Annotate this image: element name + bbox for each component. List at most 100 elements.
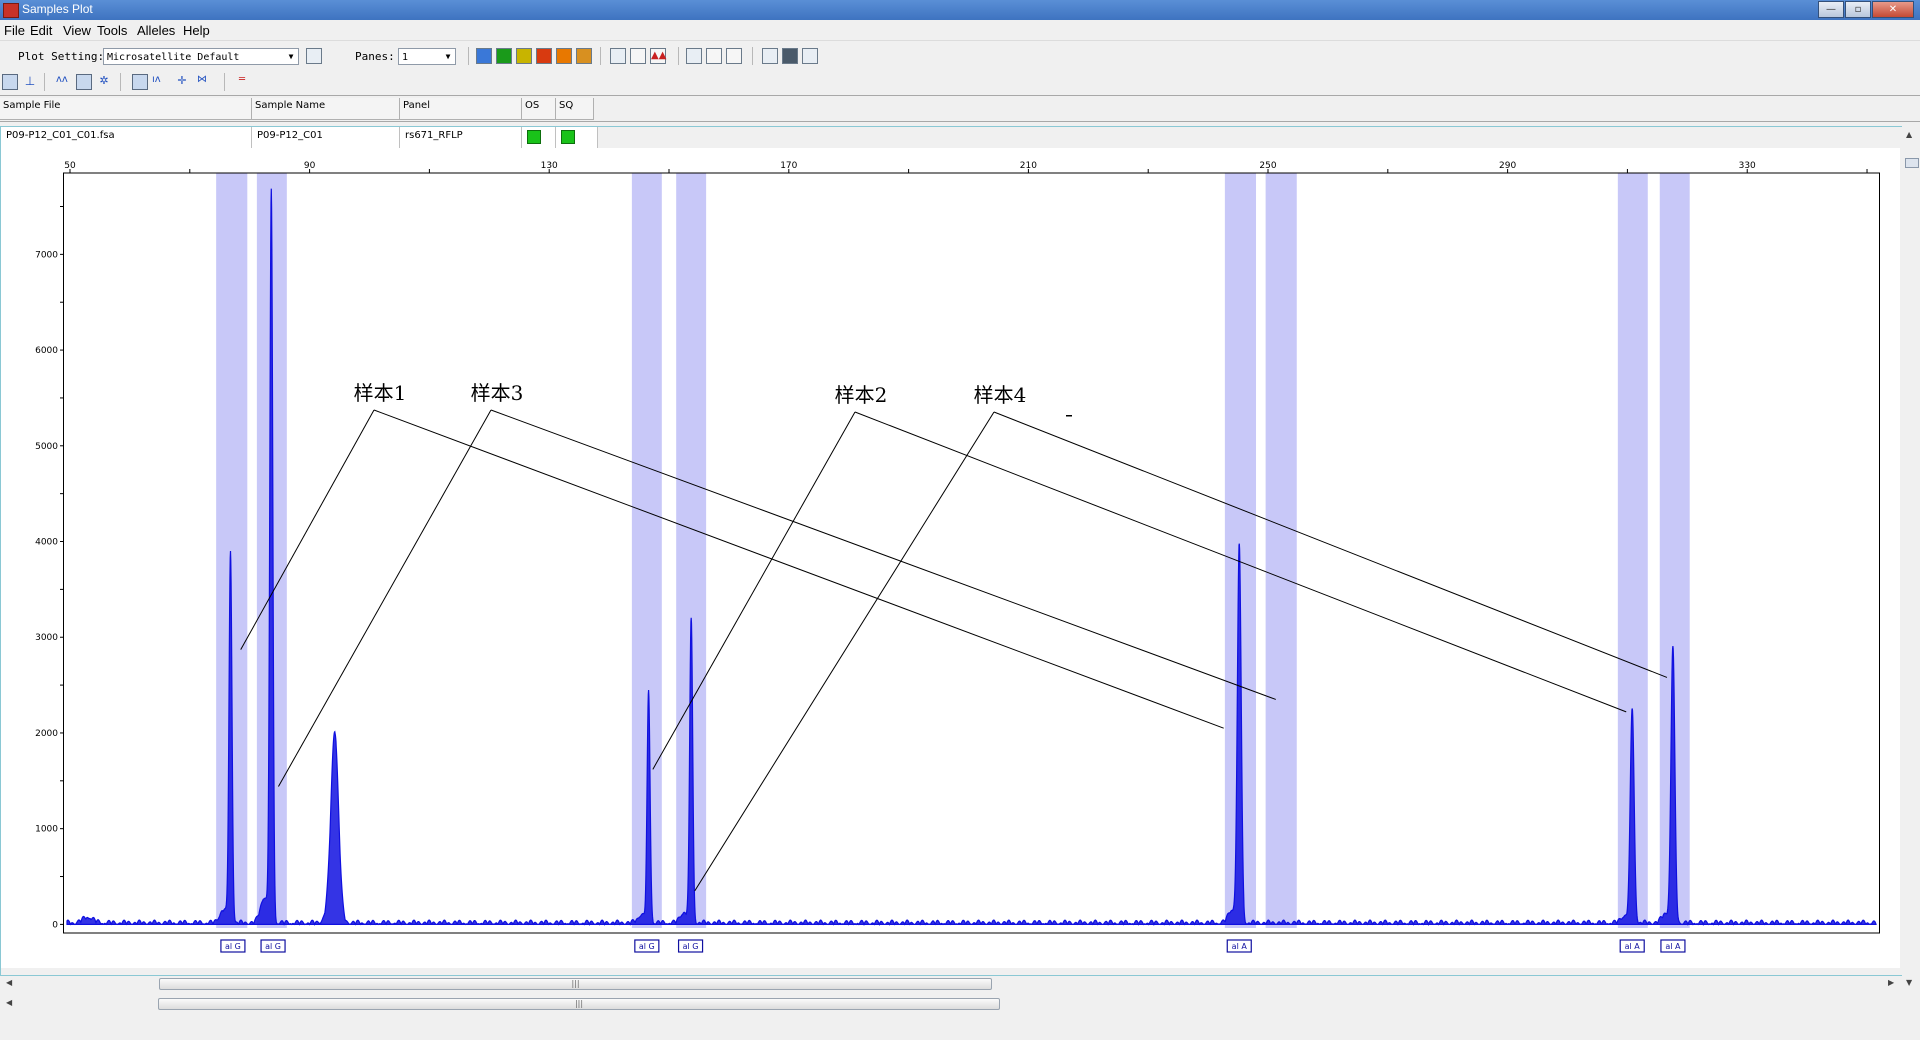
minimize-button[interactable]: — — [1818, 1, 1844, 18]
sq-quality-flag[interactable] — [561, 130, 575, 144]
title-bar: Samples Plot — ▫ ✕ — [0, 0, 1920, 20]
view-toolbar — [0, 73, 1920, 93]
y-tick-label: 6000 — [35, 346, 58, 356]
select-mode-icon[interactable] — [2, 74, 18, 90]
menu-alleles[interactable]: Alleles — [137, 23, 175, 38]
sample-file-cell[interactable]: P09-P12_C01_C01.fsa — [1, 126, 252, 148]
toolbar-separator — [468, 47, 469, 65]
scroll-left-icon[interactable]: ◀ — [6, 998, 12, 1007]
toolbar-separator — [678, 47, 679, 65]
overlay-view-icon[interactable]: ıʌ — [152, 74, 168, 90]
menu-edit[interactable]: Edit — [30, 23, 52, 38]
y-tick-label: 2000 — [35, 729, 58, 739]
menu-help[interactable]: Help — [183, 23, 210, 38]
toolbar-separator — [120, 73, 121, 91]
dye-orange-button[interactable] — [556, 48, 572, 64]
y-tick-label: 4000 — [35, 538, 58, 548]
peak-edit-icon[interactable]: ⋈ — [194, 74, 210, 90]
toolbar-separator — [224, 73, 225, 91]
plot-toolbar: Plot Setting: Microsatellite Default ▼ P… — [0, 44, 1920, 70]
app-icon — [3, 3, 19, 18]
plot-horizontal-scrollbar[interactable]: ◀ ||| ▶ — [0, 976, 1900, 993]
panes-label: Panes: — [355, 50, 395, 63]
y-tick-label: 5000 — [35, 442, 58, 452]
overlay-icon[interactable] — [706, 48, 722, 64]
x-tick-label: 290 — [1499, 161, 1516, 171]
stray-mark — [1066, 415, 1072, 417]
window-title: Samples Plot — [22, 2, 93, 16]
bins-icon[interactable] — [686, 48, 702, 64]
annotation-label: 样本3 — [471, 381, 524, 405]
calibrate-icon[interactable]: ═ — [234, 74, 250, 90]
scroll-down-icon[interactable]: ▼ — [1906, 978, 1912, 987]
vertical-scrollbar[interactable]: ▲ ▼ — [1902, 126, 1920, 1011]
bin-region — [1265, 173, 1297, 928]
peaks-view-icon[interactable] — [630, 48, 646, 64]
annotation-label: 样本1 — [354, 381, 407, 405]
panel-cell[interactable]: rs671_RFLP — [400, 126, 522, 148]
x-tick-label: 170 — [780, 161, 797, 171]
x-tick-label: 330 — [1739, 161, 1756, 171]
dye-all-button[interactable] — [576, 48, 592, 64]
panes-select[interactable]: 1 ▼ — [398, 48, 456, 65]
annotation-label: 样本4 — [974, 383, 1027, 407]
red-peaks-icon[interactable]: ▲▲ — [650, 48, 666, 64]
bins-display-icon[interactable] — [76, 74, 92, 90]
panes-value: 1 — [402, 52, 409, 63]
allele-label: al G — [265, 942, 281, 951]
plot-scroll-thumb[interactable]: ||| — [159, 978, 992, 990]
x-tick-label: 50 — [64, 161, 76, 171]
column-sq[interactable]: SQ — [556, 98, 594, 120]
divider — [0, 121, 1920, 122]
allele-label: al G — [683, 942, 699, 951]
dye-red-button[interactable] — [536, 48, 552, 64]
menu-view[interactable]: View — [63, 23, 91, 38]
column-sample-name[interactable]: Sample Name — [252, 98, 400, 120]
allele-label: al G — [639, 942, 655, 951]
zoom-peaks-icon[interactable]: ʌʌ — [56, 74, 72, 90]
scroll-left-icon[interactable]: ◀ — [6, 978, 12, 987]
x-tick-label: 210 — [1020, 161, 1037, 171]
close-button[interactable]: ✕ — [1872, 1, 1914, 18]
stack-view-icon[interactable] — [132, 74, 148, 90]
x-tick-label: 130 — [541, 161, 558, 171]
full-view-icon[interactable] — [610, 48, 626, 64]
menu-bar: File Edit View Tools Alleles Help — [0, 20, 1920, 41]
scroll-up-icon[interactable]: ▲ — [1906, 130, 1912, 139]
annotation-label: 样本2 — [835, 383, 888, 407]
y-tick-label: 3000 — [35, 633, 58, 643]
table-view-icon[interactable] — [762, 48, 778, 64]
dye-yellow-button[interactable] — [516, 48, 532, 64]
plot-setting-select[interactable]: Microsatellite Default ▼ — [103, 48, 299, 65]
sample-name-cell[interactable]: P09-P12_C01 — [252, 126, 400, 148]
dye-green-button[interactable] — [496, 48, 512, 64]
x-tick-label: 250 — [1259, 161, 1276, 171]
peak-label-icon[interactable]: ✛ — [174, 74, 190, 90]
column-os[interactable]: OS — [522, 98, 556, 120]
marker-icon[interactable]: ⊥ — [22, 74, 38, 90]
window-horizontal-scrollbar[interactable]: ◀ ||| — [0, 996, 1900, 1013]
os-quality-flag[interactable] — [527, 130, 541, 144]
y-tick-label: 7000 — [35, 250, 58, 260]
column-panel[interactable]: Panel — [400, 98, 522, 120]
dye-blue-button[interactable] — [476, 48, 492, 64]
menu-file[interactable]: File — [4, 23, 25, 38]
gear-icon[interactable]: ✲ — [96, 74, 112, 90]
scroll-right-icon[interactable]: ▶ — [1888, 978, 1894, 987]
window-scroll-thumb[interactable]: ||| — [158, 998, 1000, 1010]
window-controls: — ▫ ✕ — [1818, 1, 1914, 18]
column-sample-file[interactable]: Sample File — [0, 98, 252, 120]
maximize-button[interactable]: ▫ — [1845, 1, 1871, 18]
toolbar-separator — [44, 73, 45, 91]
edit-plot-setting-icon[interactable] — [306, 48, 322, 64]
menu-tools[interactable]: Tools — [97, 23, 127, 38]
sizing-table-icon[interactable] — [782, 48, 798, 64]
plot-setting-label: Plot Setting: — [18, 50, 105, 63]
vertical-scroll-thumb[interactable] — [1905, 158, 1919, 168]
y-tick-label: 0 — [52, 920, 58, 930]
allele-label: al A — [1665, 942, 1681, 951]
allele-label: al A — [1625, 942, 1641, 951]
genotype-table-icon[interactable] — [802, 48, 818, 64]
peak-color-icon[interactable] — [726, 48, 742, 64]
electropherogram-plot[interactable]: 50 90 130 170 210 250 290 330 0 1000 2000 3000 4000… — [0, 148, 1900, 968]
